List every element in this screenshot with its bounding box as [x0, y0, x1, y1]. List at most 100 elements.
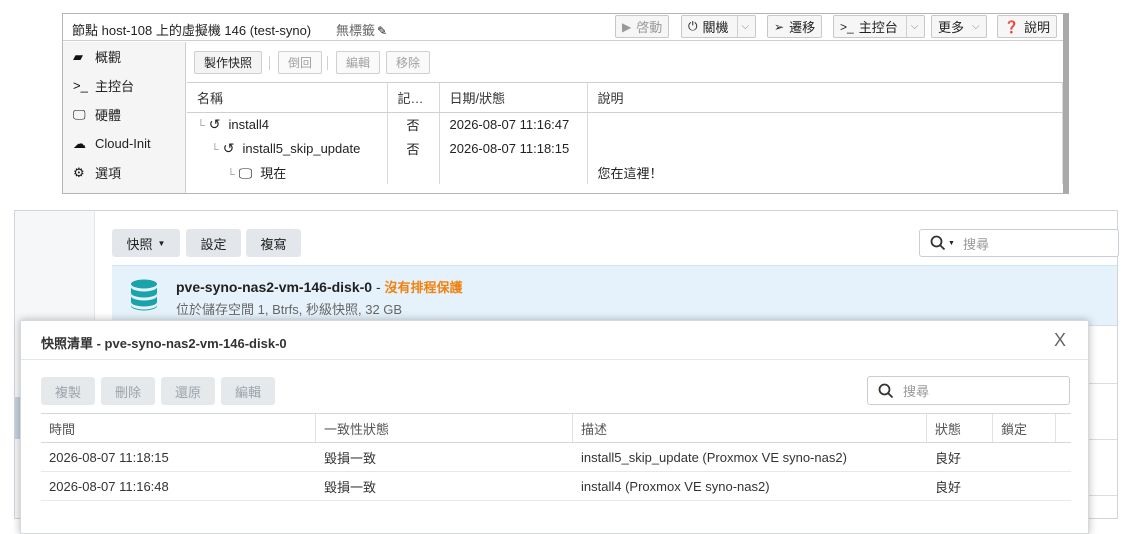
snapshot-panel: 製作快照 倒回 編輯 移除 名稱 記憶體 日期/狀態 說明 └ ↺ install4…	[187, 42, 1063, 193]
delete-button[interactable]: 刪除	[101, 377, 155, 405]
snapshot-consistency: 毀損一致	[324, 450, 377, 466]
protection-warning[interactable]: 沒有排程保護	[385, 280, 463, 295]
snapshot-menu-label: 快照	[126, 236, 153, 252]
snapshot-description	[587, 136, 1063, 160]
snapshot-list-dialog: 快照清單 - pve-syno-nas2-vm-146-disk-0 X 複製 …	[20, 320, 1089, 534]
chevron-down-icon[interactable]: ⌵	[905, 16, 918, 37]
volume-title: pve-syno-nas2-vm-146-disk-0 - 沒有排程保護	[176, 277, 463, 296]
snapshot-description: install4 (Proxmox VE syno-nas2)	[581, 478, 770, 494]
sidebar-item-label: 硬體	[95, 108, 122, 123]
tags-label: 無標籤	[336, 23, 376, 38]
column-header-consistency[interactable]: 一致性狀態	[316, 414, 573, 442]
column-header-status[interactable]: 狀態	[927, 414, 993, 442]
table-row[interactable]: └ 🖵 現在 您在這裡！	[187, 160, 1063, 184]
volume-name: pve-syno-nas2-vm-146-disk-0	[176, 279, 373, 295]
console-label: 主控台	[858, 20, 898, 35]
power-icon: ⏻	[688, 19, 698, 33]
volume-row[interactable]: pve-syno-nas2-vm-146-disk-0 - 沒有排程保護 位於儲…	[112, 265, 1117, 325]
snapshot-consistency: 毀損一致	[324, 479, 377, 495]
table-row[interactable]: 2026-08-07 11:16:48 毀損一致 install4 (Proxm…	[41, 472, 1071, 501]
shutdown-button[interactable]: ⏻ 關機 ⌵	[681, 15, 757, 38]
column-header-lock[interactable]: 鎖定	[993, 414, 1056, 442]
dialog-header: 快照清單 - pve-syno-nas2-vm-146-disk-0 X	[21, 321, 1088, 360]
snapshot-description: install5_skip_update (Proxmox VE syno-na…	[581, 449, 847, 465]
tags-area[interactable]: 無標籤 ✎	[336, 20, 387, 39]
column-header-description[interactable]: 描述	[573, 414, 927, 442]
volume-separator: -	[372, 279, 385, 295]
column-header-name[interactable]: 名稱	[187, 83, 388, 113]
snapshot-menu-button[interactable]: 快照 ▼	[112, 229, 180, 257]
dialog-title: 快照清單 - pve-syno-nas2-vm-146-disk-0	[41, 336, 287, 351]
help-button[interactable]: ❓ 說明	[997, 15, 1057, 38]
edit-button[interactable]: 編輯	[336, 51, 381, 74]
snapshot-lock	[993, 472, 1001, 500]
pencil-icon[interactable]: ✎	[377, 24, 387, 38]
snapshot-name: install5_skip_update	[242, 140, 361, 156]
table-row[interactable]: └ ↺ install4 否 2026-08-07 11:16:47	[187, 112, 1063, 136]
column-header-ram[interactable]: 記憶體	[387, 83, 440, 113]
snapshot-description: 您在這裡！	[587, 160, 1063, 184]
sidebar-item-label: 選項	[95, 166, 122, 181]
pve-title-bar: 節點 host-108 上的虛擬機 146 (test-syno) 無標籤 ✎ ▶…	[63, 14, 1063, 41]
row-divider	[1089, 325, 1117, 326]
rollback-button[interactable]: 倒回	[278, 51, 323, 74]
snapshot-name: install4	[228, 116, 269, 132]
more-label: 更多	[938, 20, 965, 35]
sidebar-item-summary[interactable]: ▰ 概觀	[63, 42, 185, 71]
chevron-down-icon: ⌵	[972, 21, 980, 32]
send-icon: ➢	[774, 19, 785, 34]
sidebar-item-options[interactable]: ⚙ 選項	[63, 158, 185, 187]
snapshot-date: 2026-08-07 11:16:47	[439, 112, 588, 136]
sidebar-item-console[interactable]: >_ 主控台	[63, 71, 185, 100]
row-divider	[1089, 383, 1117, 384]
vm-title: 節點 host-108 上的虛擬機 146 (test-syno)	[72, 23, 312, 38]
copy-button[interactable]: 複製	[41, 377, 95, 405]
snapshot-date	[439, 160, 588, 184]
close-icon[interactable]: X	[1054, 330, 1066, 351]
search-placeholder: 搜尋	[962, 236, 989, 252]
sidebar-item-hardware[interactable]: 🖵 硬體	[63, 100, 185, 129]
sidebar-item-label: Cloud-Init	[95, 136, 151, 151]
search-input[interactable]: ▼ 搜尋	[919, 229, 1119, 257]
edit-button[interactable]: 編輯	[221, 377, 275, 405]
snapshot-status: 良好	[935, 450, 962, 466]
cloud-icon: ☁	[73, 135, 86, 151]
sidebar-item-label: 主控台	[95, 79, 135, 94]
search-icon	[878, 383, 894, 399]
volume-subtitle: 位於儲存空間 1, Btrfs, 秒級快照, 32 GB	[176, 302, 403, 317]
monitor-icon: 🖵	[238, 164, 253, 181]
table-row[interactable]: 2026-08-07 11:18:15 毀損一致 install5_skip_u…	[41, 443, 1071, 472]
question-icon: ❓	[1004, 19, 1019, 34]
terminal-icon: >_	[840, 19, 854, 34]
tree-connector: └	[197, 119, 205, 132]
monitor-icon: 🖵	[73, 106, 86, 122]
snapshot-status: 良好	[935, 479, 962, 495]
caret-down-icon: ▼	[157, 238, 166, 248]
start-button[interactable]: ▶ 啓動	[615, 15, 670, 38]
table-row[interactable]: └ ↺ install5_skip_update 否 2026-08-07 11:1…	[187, 136, 1063, 160]
snapshot-lock	[993, 443, 1001, 471]
database-icon	[130, 279, 158, 314]
chevron-down-icon[interactable]: ⌵	[736, 16, 749, 37]
settings-button[interactable]: 設定	[186, 229, 241, 257]
restore-button[interactable]: 還原	[161, 377, 215, 405]
snapshot-ram	[387, 160, 440, 184]
dialog-search-input[interactable]: 搜尋	[867, 376, 1070, 405]
console-button[interactable]: >_ 主控台 ⌵	[833, 15, 926, 38]
take-snapshot-button[interactable]: 製作快照	[194, 51, 263, 74]
vm-sidebar: ▰ 概觀 >_ 主控台 🖵 硬體 ☁ Cloud-Init ⚙ 選項	[63, 42, 186, 193]
more-button[interactable]: 更多 ⌵	[931, 15, 987, 38]
sidebar-item-cloudinit[interactable]: ☁ Cloud-Init	[63, 129, 185, 158]
column-header-time[interactable]: 時間	[41, 414, 316, 442]
column-header-description[interactable]: 說明	[587, 83, 1063, 113]
shutdown-label: 關機	[702, 20, 729, 35]
migrate-button[interactable]: ➢ 遷移	[767, 15, 823, 38]
terminal-icon: >_	[73, 78, 88, 93]
caret-down-icon: ▼	[948, 239, 955, 247]
replicate-button[interactable]: 複寫	[246, 229, 301, 257]
remove-button[interactable]: 移除	[386, 51, 431, 74]
snapshot-ram: 否	[387, 136, 440, 160]
tree-connector: └	[211, 143, 219, 156]
column-header-date[interactable]: 日期/狀態	[439, 83, 588, 113]
start-label: 啓動	[636, 20, 663, 35]
